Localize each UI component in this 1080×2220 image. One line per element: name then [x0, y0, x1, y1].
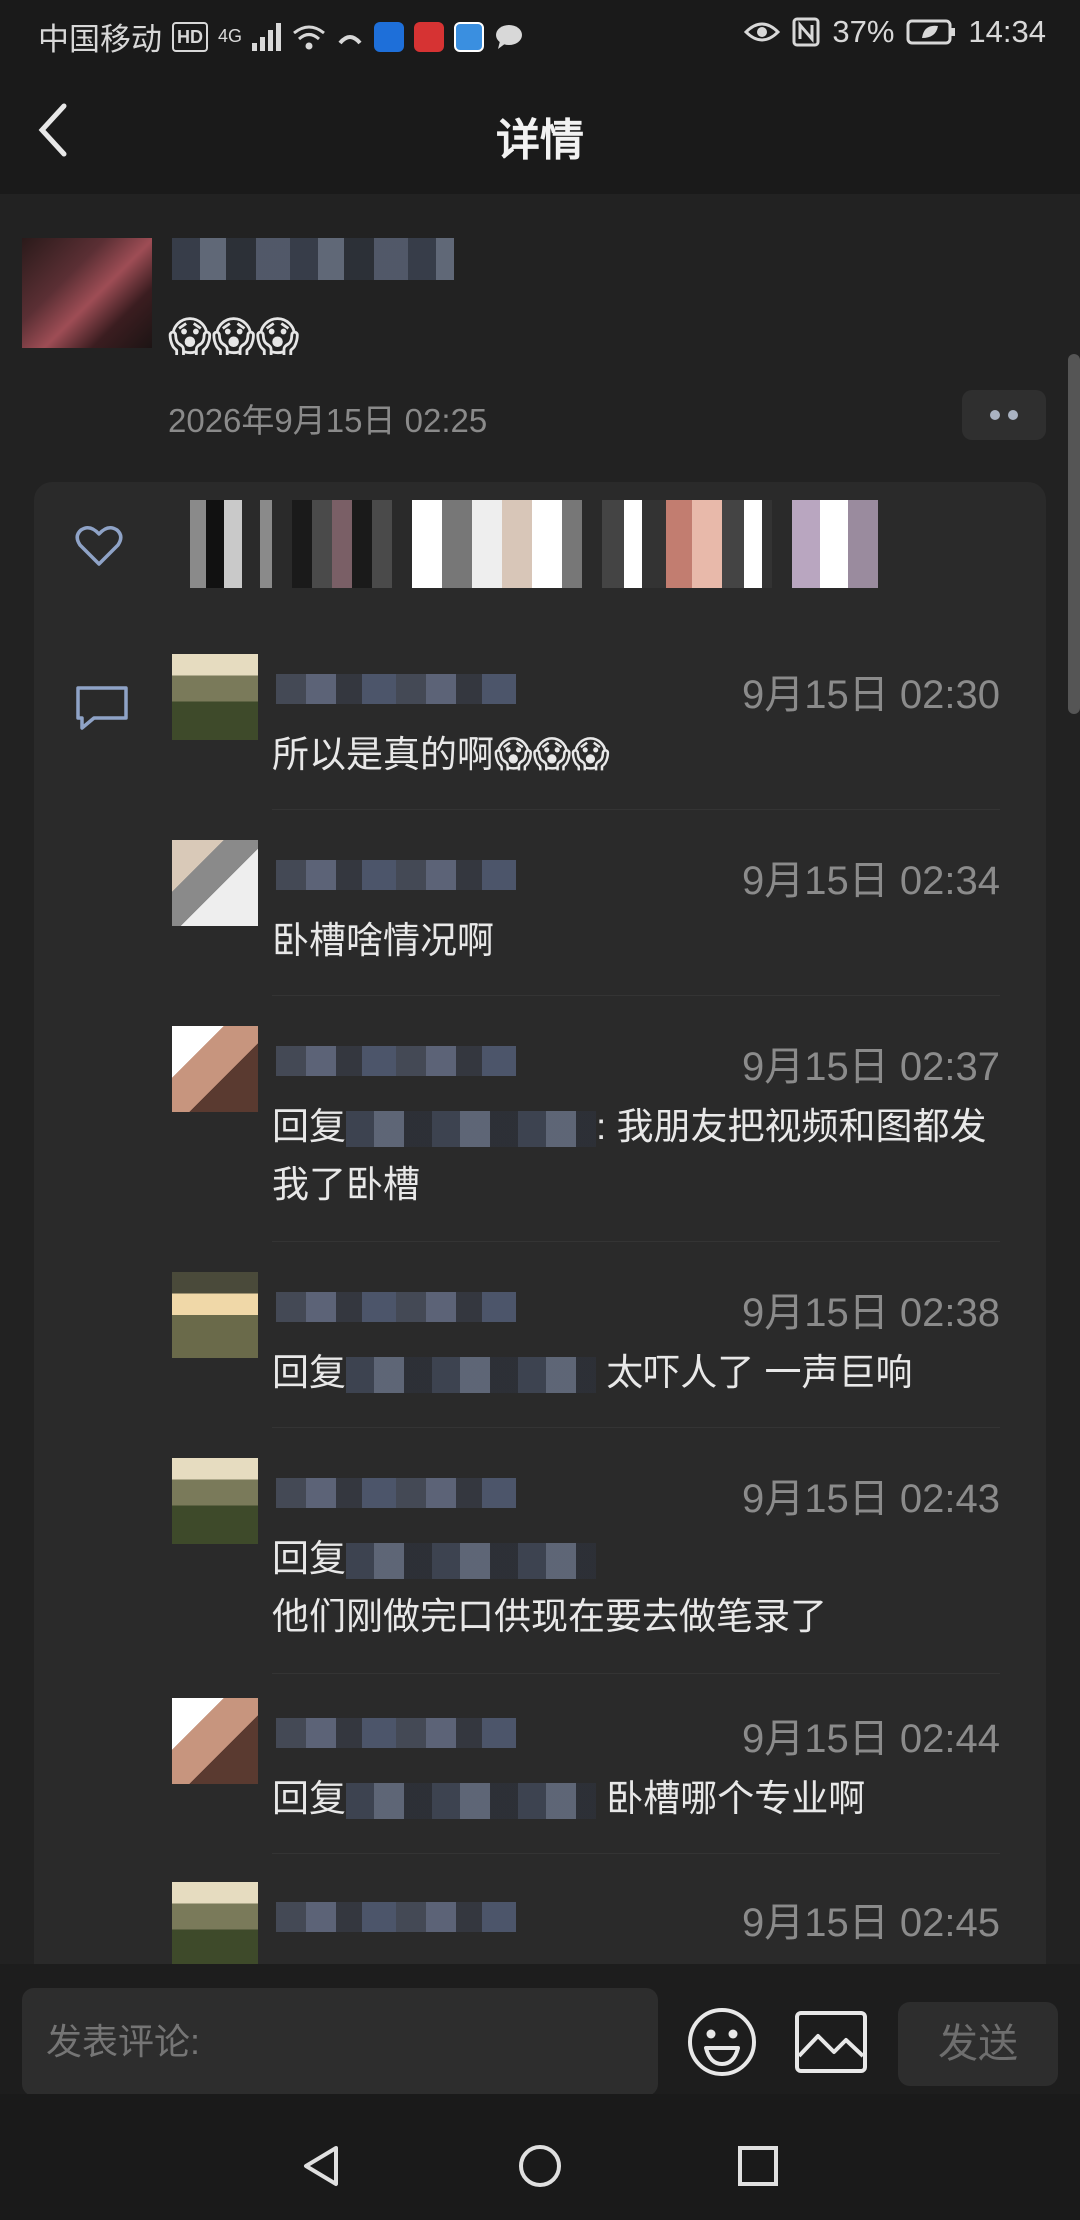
- call-icon: [338, 34, 362, 44]
- comment-timestamp: 9月15日 02:34: [742, 859, 1000, 903]
- system-nav-bar: [0, 2094, 1080, 2220]
- reply-body: 他们刚做完口供现在要去做笔录了: [272, 1596, 827, 1637]
- nav-recents-icon[interactable]: [736, 2144, 780, 2188]
- divider: [272, 1427, 1000, 1428]
- comment-timestamp: 9月15日 02:38: [742, 1291, 1000, 1335]
- wifi-icon: [293, 25, 325, 49]
- emoji-icon[interactable]: [686, 2006, 758, 2078]
- commenter-avatar[interactable]: [172, 840, 258, 926]
- battery-percent: 37%: [832, 14, 895, 49]
- netease-music-icon: [414, 21, 445, 52]
- comment-timestamp: 9月15日 02:30: [742, 673, 1000, 717]
- comment-text: 回复 卧槽哪个专业啊: [272, 1770, 1012, 1828]
- comment-item[interactable]: 9月15日 02:44 回复 卧槽哪个专业啊: [172, 1698, 1040, 1854]
- post-author-avatar[interactable]: [22, 238, 152, 348]
- comment-item[interactable]: 9月15日 02:38 回复 太吓人了 一声巨响: [172, 1272, 1040, 1428]
- reply-body: 太吓人了 一声巨响: [596, 1352, 913, 1393]
- detail-content: 😱😱😱 2026年9月15日 02:25 9月15日 02:30 所以是真的啊😱…: [0, 194, 1080, 1964]
- browser-app-icon: [454, 21, 485, 52]
- shield-app-icon: [374, 21, 405, 52]
- reply-body: 卧槽哪个专业啊: [596, 1778, 866, 1819]
- comment-text: 回复 太吓人了 一声巨响: [272, 1344, 1012, 1402]
- liker-avatar[interactable]: [292, 500, 392, 588]
- comment-input[interactable]: 发表评论:: [22, 1988, 658, 2096]
- comment-text: 卧槽啥情况啊: [272, 920, 494, 961]
- top-bar: 详情: [0, 64, 1080, 194]
- liker-avatar[interactable]: [602, 500, 772, 588]
- post-text: 😱😱😱: [168, 313, 300, 360]
- reply-prefix: 回复: [272, 1106, 346, 1147]
- status-bar: 中国移动 HD 4G 37% 14:34: [0, 0, 1080, 64]
- commenter-name-redacted[interactable]: [276, 1478, 516, 1508]
- reply-target-redacted[interactable]: [346, 1357, 596, 1394]
- commenter-avatar[interactable]: [172, 1882, 258, 1964]
- reply-target-redacted[interactable]: [346, 1783, 596, 1820]
- battery-icon: [906, 19, 956, 45]
- heart-icon: [75, 526, 123, 566]
- post-timestamp: 2026年9月15日 02:25: [168, 402, 488, 439]
- divider: [272, 995, 1000, 996]
- liker-avatar[interactable]: [412, 500, 582, 588]
- post-author-name-redacted[interactable]: [172, 238, 454, 280]
- reply-prefix: 回复: [272, 1538, 346, 1579]
- comment-item[interactable]: 9月15日 02:43 回复他们刚做完口供现在要去做笔录了: [172, 1458, 1040, 1674]
- hd-badge: HD: [172, 21, 208, 52]
- liker-avatar[interactable]: [172, 500, 272, 588]
- comment-input-bar: 发表评论: 发送: [0, 1964, 1080, 2096]
- nav-home-icon[interactable]: [518, 2144, 562, 2188]
- send-button[interactable]: 发送: [898, 2002, 1058, 2086]
- comment-item[interactable]: 9月15日 02:30 所以是真的啊😱😱😱: [172, 654, 1040, 810]
- reply-prefix: 回复: [272, 1778, 346, 1819]
- page-title: 详情: [496, 116, 584, 165]
- more-options-button[interactable]: [962, 390, 1046, 440]
- network-type: 4G: [218, 26, 243, 46]
- commenter-name-redacted[interactable]: [276, 1292, 516, 1322]
- liker-avatars: [172, 500, 878, 588]
- signal-icon: [252, 22, 282, 51]
- commenter-avatar[interactable]: [172, 1698, 258, 1784]
- comment-item[interactable]: 9月15日 02:45: [172, 1882, 1040, 1964]
- divider: [272, 1673, 1000, 1674]
- comment-timestamp: 9月15日 02:44: [742, 1717, 1000, 1761]
- commenter-name-redacted[interactable]: [276, 1718, 516, 1748]
- comment-timestamp: 9月15日 02:45: [742, 1901, 1000, 1945]
- nav-back-icon[interactable]: [300, 2144, 344, 2188]
- scrollbar[interactable]: [1068, 354, 1080, 714]
- commenter-name-redacted[interactable]: [276, 1046, 516, 1076]
- commenter-name-redacted[interactable]: [276, 1902, 516, 1932]
- commenter-avatar[interactable]: [172, 1272, 258, 1358]
- divider: [272, 1241, 1000, 1242]
- comment-timestamp: 9月15日 02:37: [742, 1045, 1000, 1089]
- commenter-name-redacted[interactable]: [276, 860, 516, 890]
- clock: 14:34: [968, 14, 1046, 49]
- commenter-avatar[interactable]: [172, 654, 258, 740]
- commenter-name-redacted[interactable]: [276, 674, 516, 704]
- commenter-avatar[interactable]: [172, 1458, 258, 1544]
- carrier-name: 中国移动: [38, 22, 162, 57]
- comment-item[interactable]: 9月15日 02:34 卧槽啥情况啊: [172, 840, 1040, 996]
- image-icon[interactable]: [794, 2010, 868, 2074]
- commenter-avatar[interactable]: [172, 1026, 258, 1112]
- reply-target-redacted[interactable]: [346, 1543, 596, 1580]
- comment-text: 回复: 我朋友把视频和图都发我了卧槽: [272, 1098, 1012, 1214]
- reply-target-redacted[interactable]: [346, 1111, 596, 1148]
- comment-panel: 9月15日 02:30 所以是真的啊😱😱😱 9月15日 02:34 卧槽啥情况啊…: [34, 482, 1046, 1964]
- comment-icon: [76, 686, 128, 730]
- divider: [272, 809, 1000, 810]
- comment-text: 所以是真的啊😱😱😱: [272, 734, 610, 775]
- message-bubble-icon: [496, 24, 523, 49]
- comment-item[interactable]: 9月15日 02:37 回复: 我朋友把视频和图都发我了卧槽: [172, 1026, 1040, 1242]
- nfc-icon: [792, 17, 820, 47]
- comment-timestamp: 9月15日 02:43: [742, 1477, 1000, 1521]
- reply-prefix: 回复: [272, 1352, 346, 1393]
- eye-icon: [744, 22, 781, 42]
- liker-avatar[interactable]: [792, 500, 878, 588]
- comment-text: 回复他们刚做完口供现在要去做笔录了: [272, 1530, 1012, 1646]
- divider: [272, 1853, 1000, 1854]
